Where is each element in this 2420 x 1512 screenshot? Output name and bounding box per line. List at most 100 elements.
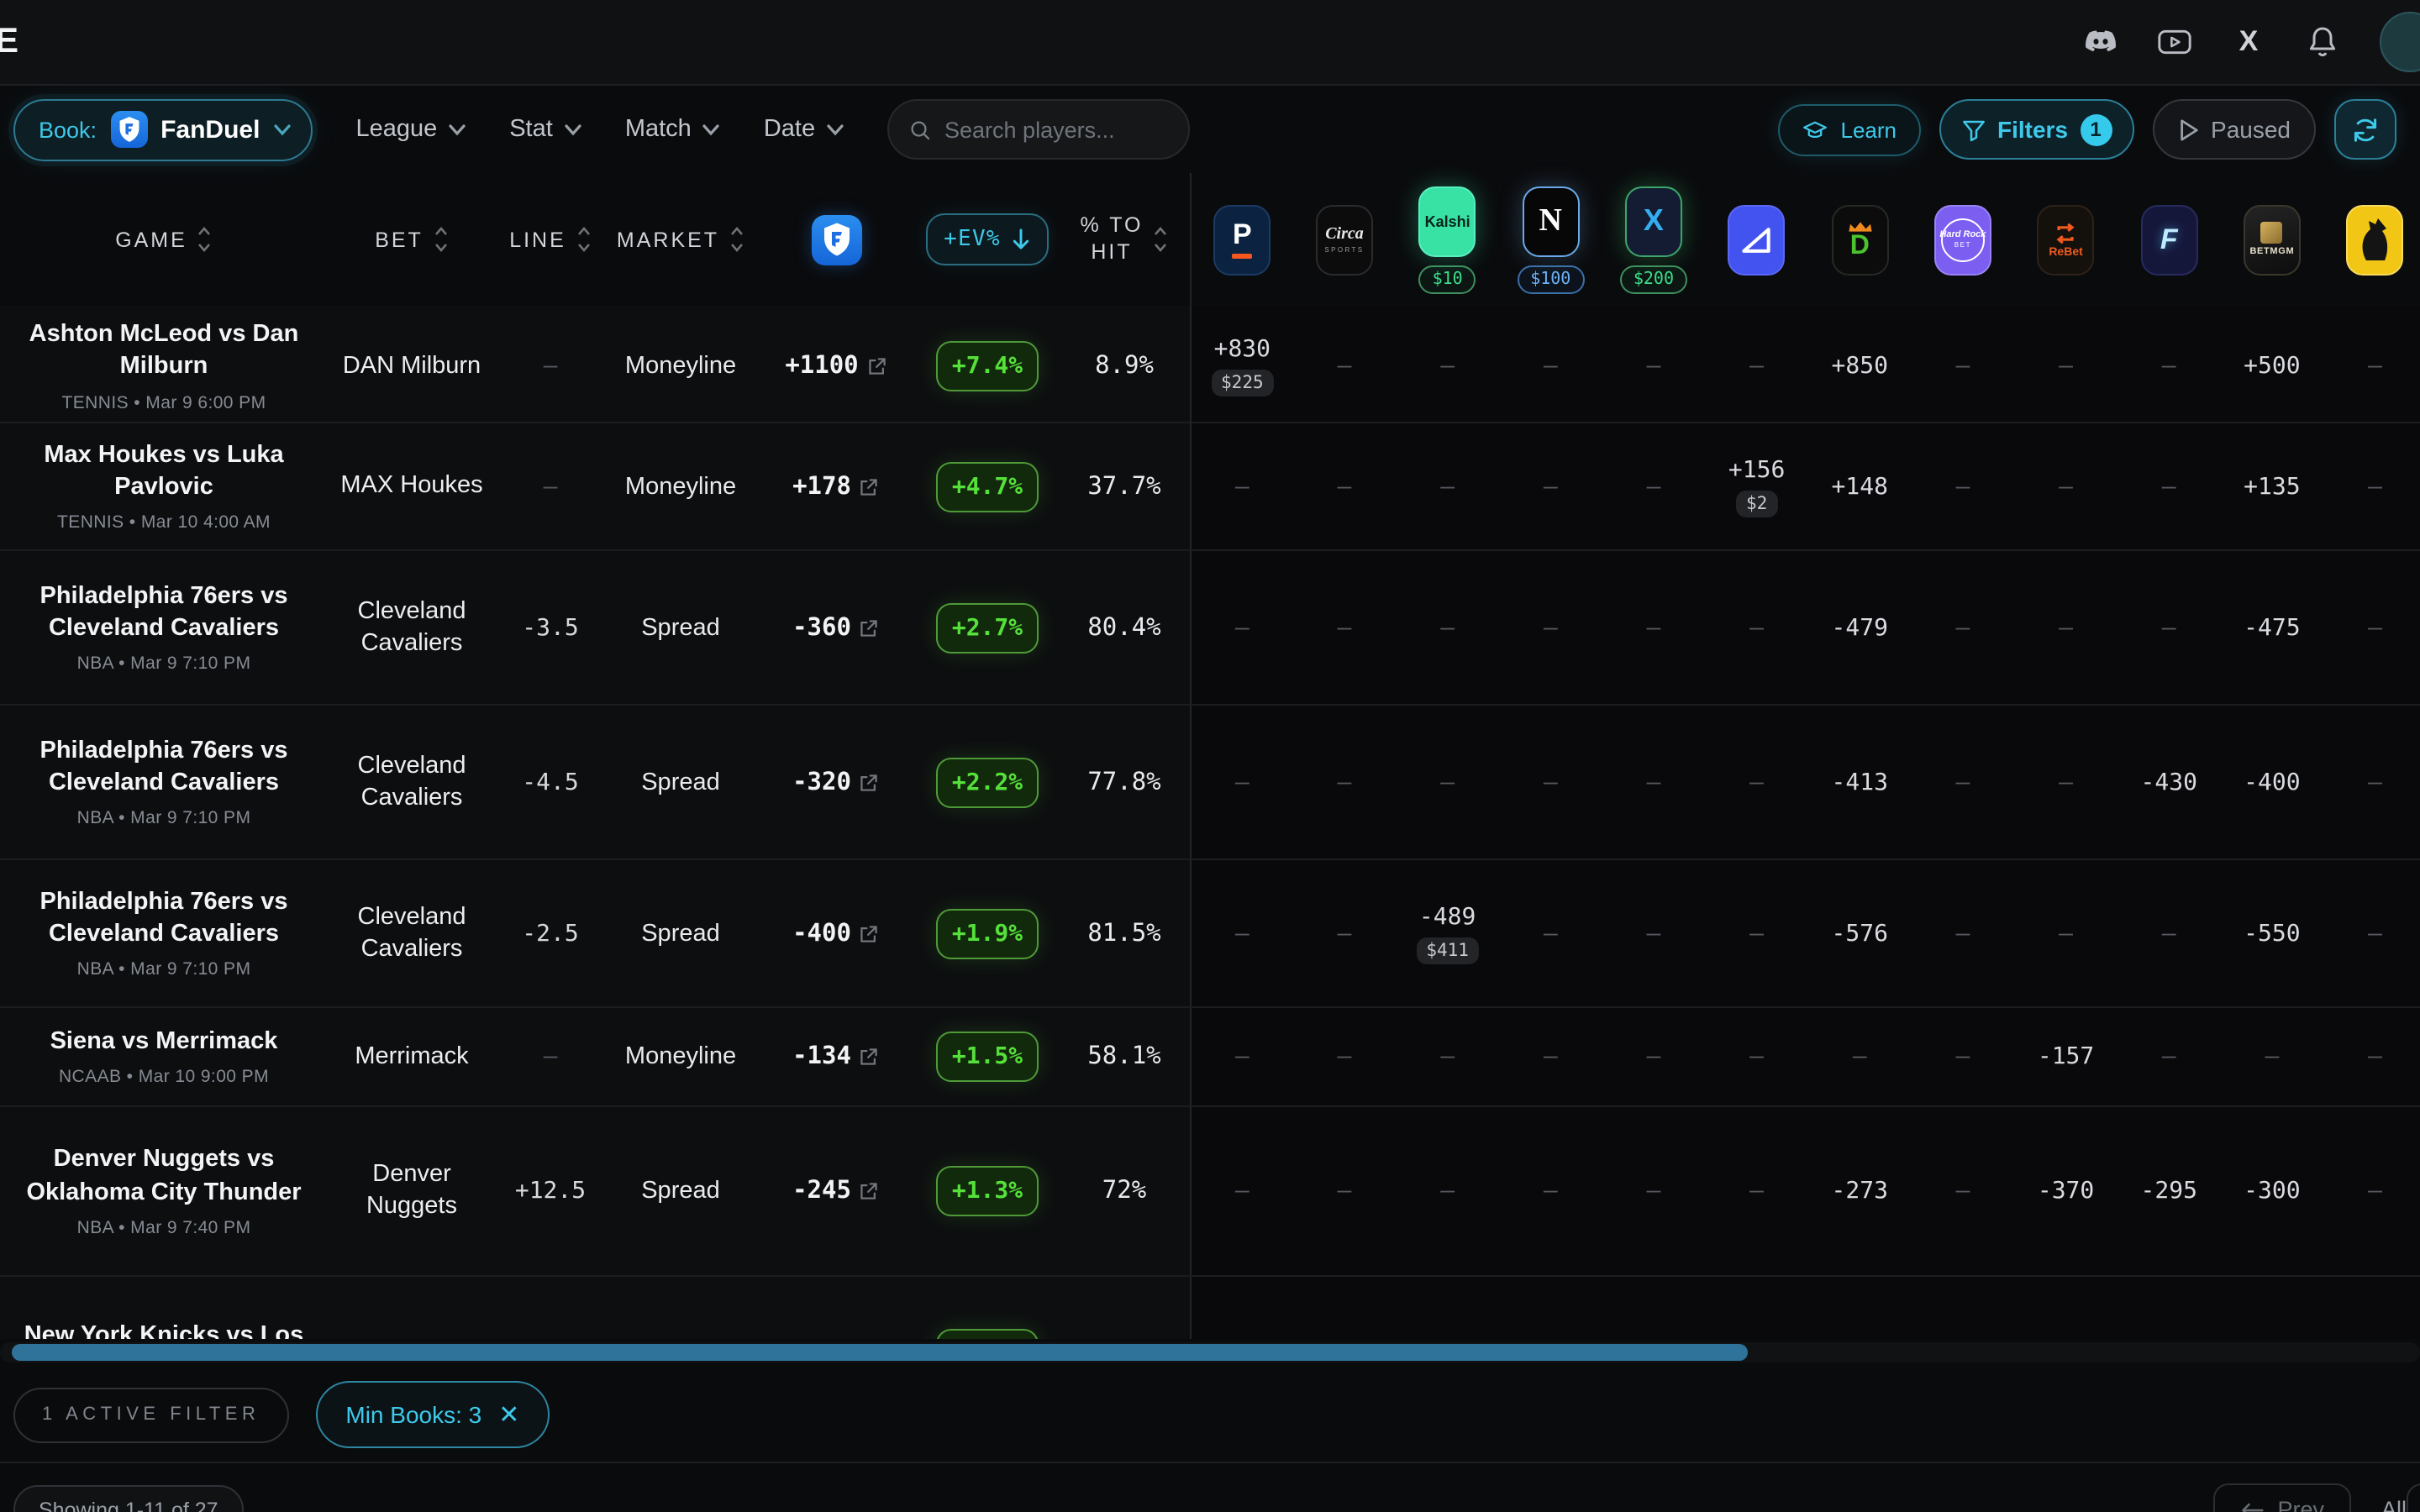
filters-button[interactable]: Filters 1 (1939, 99, 2133, 160)
book-column-betmgm[interactable]: BETMGM (2221, 173, 2324, 306)
odds-value[interactable]: +830 (1214, 336, 1270, 363)
match-dropdown[interactable]: Match (625, 116, 720, 143)
column-header-ev[interactable]: +EV% (916, 173, 1059, 306)
date-dropdown[interactable]: Date (764, 116, 844, 143)
fanduel-odds-cell[interactable]: +1100 (756, 306, 916, 427)
book-odds-cell-sporttrade[interactable]: +156$2 (1705, 423, 1808, 549)
odds-value[interactable]: -550 (2244, 920, 2300, 947)
odds-value[interactable]: -300 (2244, 1178, 2300, 1205)
column-header-market[interactable]: MARKET (605, 173, 756, 306)
fanduel-odds-cell[interactable]: -360 (756, 551, 916, 704)
book-odds-cell-betmgm[interactable]: +500 (2221, 306, 2324, 427)
odds-value[interactable]: -479 (1832, 614, 1888, 641)
book-column-sporttrade[interactable] (1705, 173, 1808, 306)
book-odds-cell-betmgm[interactable]: -550 (2221, 860, 2324, 1006)
book-odds-cell-betmgm[interactable]: +135 (2221, 423, 2324, 549)
book-odds-cell-betmgm[interactable]: -300 (2221, 1107, 2324, 1275)
search-input[interactable] (944, 117, 1168, 142)
book-odds-cell-hardrockbet: – (1912, 1008, 2015, 1105)
book-odds-cell-fliff[interactable]: -295 (2118, 1107, 2221, 1275)
odds-value[interactable]: +850 (1832, 353, 1888, 380)
column-header-line[interactable]: LINE (496, 173, 605, 306)
book-odds-cell-draftkings[interactable]: -413 (1808, 706, 1912, 858)
player-search[interactable] (887, 99, 1190, 160)
refresh-button[interactable] (2334, 99, 2396, 160)
book-odds-cell-rebet[interactable]: -157 (2014, 1008, 2118, 1105)
close-icon[interactable]: ✕ (498, 1399, 519, 1430)
fanduel-odds-cell[interactable]: +178 (756, 423, 916, 549)
book-column-novig[interactable]: N$100 (1499, 173, 1602, 306)
fanduel-odds-cell[interactable]: -400 (756, 860, 916, 1006)
book-odds-cell-draftkings: – (1808, 1008, 1912, 1105)
odds-value[interactable]: +500 (2244, 353, 2300, 380)
book-column-prizepicks[interactable]: P (1190, 173, 1293, 306)
book-column-underdog[interactable] (2323, 173, 2420, 306)
book-column-draftkings[interactable]: D (1808, 173, 1912, 306)
book-odds-cell-draftkings[interactable]: -576 (1808, 860, 1912, 1006)
ev-cell: +4.7% (916, 423, 1059, 549)
odds-value[interactable]: -489 (1419, 903, 1476, 930)
odds-value[interactable]: -295 (2141, 1178, 2197, 1205)
next-page-button[interactable]: Next (2407, 1483, 2420, 1512)
column-header-hit[interactable]: % TOHIT (1059, 173, 1190, 306)
stat-dropdown[interactable]: Stat (509, 116, 581, 143)
column-header-game[interactable]: GAME (0, 173, 328, 306)
prev-page-button[interactable]: Prev (2213, 1483, 2351, 1512)
no-odds-dash: – (1749, 353, 1764, 380)
discord-icon[interactable] (2084, 25, 2118, 59)
fanduel-odds-cell[interactable]: -470 (756, 1277, 916, 1339)
book-selector[interactable]: Book: FanDuel (13, 98, 312, 160)
book-odds-cell-betmgm[interactable]: -550 (2221, 1277, 2324, 1339)
book-odds-cell-betmgm[interactable]: -475 (2221, 551, 2324, 704)
odds-value[interactable]: +156 (1728, 456, 1785, 483)
all-pages-button[interactable]: All (2381, 1497, 2407, 1512)
avatar[interactable] (2380, 12, 2420, 72)
book-odds-cell-draftkings[interactable]: +850 (1808, 306, 1912, 427)
league-dropdown[interactable]: League (355, 116, 466, 143)
notifications-bell-icon[interactable] (2306, 25, 2339, 59)
odds-value[interactable]: -157 (2038, 1043, 2094, 1070)
odds-value[interactable]: -475 (2244, 614, 2300, 641)
book-odds-cell-prizepicks[interactable]: +830$225 (1190, 306, 1293, 427)
min-books-filter-chip[interactable]: Min Books: 3 ✕ (315, 1381, 550, 1448)
column-header-fanduel[interactable] (756, 173, 916, 306)
no-odds-dash: – (1440, 473, 1455, 500)
odds-value[interactable]: -370 (2038, 1178, 2094, 1205)
book-odds-cell-draftkings[interactable]: -479 (1808, 551, 1912, 704)
book-odds-cell-kalshi: – (1396, 706, 1499, 858)
book-odds-cell-betmgm[interactable]: -400 (2221, 706, 2324, 858)
fanduel-odds-cell[interactable]: -134 (756, 1008, 916, 1105)
odds-value[interactable]: +148 (1832, 473, 1888, 500)
hit-percent-cell: 81.5% (1059, 860, 1190, 1006)
ev-sort-pill: +EV% (925, 213, 1050, 265)
learn-button[interactable]: Learn (1779, 103, 1921, 155)
book-odds-cell-fliff[interactable]: -430 (2118, 706, 2221, 858)
book-odds-cell-draftkings[interactable]: -543 (1808, 1277, 1912, 1339)
column-header-bet[interactable]: BET (328, 173, 496, 306)
no-odds-dash: – (1955, 1043, 1970, 1070)
paused-button[interactable]: Paused (2152, 99, 2316, 160)
x-twitter-icon[interactable]: X (2232, 25, 2265, 59)
no-odds-dash: – (1955, 769, 1970, 795)
book-column-fliff[interactable]: F (2118, 173, 2221, 306)
youtube-icon[interactable] (2158, 25, 2191, 59)
book-column-prophetx[interactable]: X$200 (1602, 173, 1706, 306)
book-odds-cell-draftkings[interactable]: -273 (1808, 1107, 1912, 1275)
book-column-circasports[interactable]: CircaSPORTS (1293, 173, 1397, 306)
odds-value[interactable]: -413 (1832, 769, 1888, 795)
book-column-kalshi[interactable]: Kalshi$10 (1396, 173, 1499, 306)
book-column-hardrockbet[interactable]: Hard RockBET (1912, 173, 2015, 306)
scrollbar-thumb[interactable] (12, 1344, 1748, 1361)
book-odds-cell-kalshi[interactable]: -489$411 (1396, 860, 1499, 1006)
odds-value[interactable]: -273 (1832, 1178, 1888, 1205)
book-odds-cell-draftkings[interactable]: +148 (1808, 423, 1912, 549)
book-column-rebet[interactable]: ReBet (2014, 173, 2118, 306)
fanduel-odds-cell[interactable]: -245 (756, 1107, 916, 1275)
book-odds-cell-rebet[interactable]: -370 (2014, 1107, 2118, 1275)
book-odds-cell-rebet: – (2014, 423, 2118, 549)
fanduel-odds-cell[interactable]: -320 (756, 706, 916, 858)
odds-value[interactable]: +135 (2244, 473, 2300, 500)
odds-value[interactable]: -576 (1832, 920, 1888, 947)
odds-value[interactable]: -430 (2141, 769, 2197, 795)
odds-value[interactable]: -400 (2244, 769, 2300, 795)
